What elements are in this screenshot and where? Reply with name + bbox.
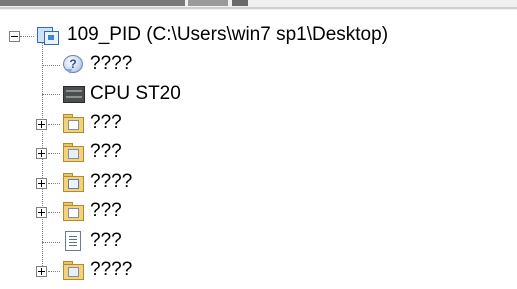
tree-item-label: CPU ST20 xyxy=(90,83,181,104)
help-icon: ? xyxy=(62,54,84,74)
folder-icon xyxy=(62,142,84,162)
tree-item-label: ??? xyxy=(90,230,122,251)
document-icon xyxy=(62,230,84,251)
folder-icon xyxy=(62,172,84,192)
tree-root-node[interactable]: 109_PID (C:\Users\win7 sp1\Desktop) xyxy=(0,23,440,49)
tree-item[interactable]: ??? xyxy=(0,111,200,137)
tree-item-cpu[interactable]: CPU ST20 xyxy=(0,82,200,108)
folder-icon xyxy=(62,113,84,133)
tree-item-label: ???? xyxy=(90,53,133,74)
tree-item[interactable]: ??? xyxy=(0,140,200,166)
tree-item[interactable]: ? ???? xyxy=(0,52,200,78)
project-icon xyxy=(37,25,59,45)
folder-icon xyxy=(62,201,84,221)
tree-item-label: ??? xyxy=(90,141,122,162)
expand-toggle[interactable] xyxy=(36,148,47,159)
tree-item-label: ??? xyxy=(90,112,122,133)
folder-icon xyxy=(62,260,84,280)
tree-item[interactable]: ???? xyxy=(0,258,200,284)
tree-item[interactable]: ??? xyxy=(0,199,200,225)
tree-item-label: ???? xyxy=(90,259,133,280)
tree-connector-line xyxy=(20,36,34,37)
tree-item-label: ???? xyxy=(90,171,133,192)
project-tree: 109_PID (C:\Users\win7 sp1\Desktop) ? ??… xyxy=(0,0,517,289)
tree-item[interactable]: ??? xyxy=(0,229,200,255)
collapse-toggle[interactable] xyxy=(9,31,20,42)
expand-toggle[interactable] xyxy=(36,207,47,218)
cpu-icon xyxy=(62,83,85,103)
expand-toggle[interactable] xyxy=(36,178,47,189)
expand-toggle[interactable] xyxy=(36,119,47,130)
expand-toggle[interactable] xyxy=(36,266,47,277)
tree-item[interactable]: ???? xyxy=(0,170,200,196)
tree-root-label: 109_PID (C:\Users\win7 sp1\Desktop) xyxy=(67,24,389,45)
tree-item-label: ??? xyxy=(90,200,122,221)
